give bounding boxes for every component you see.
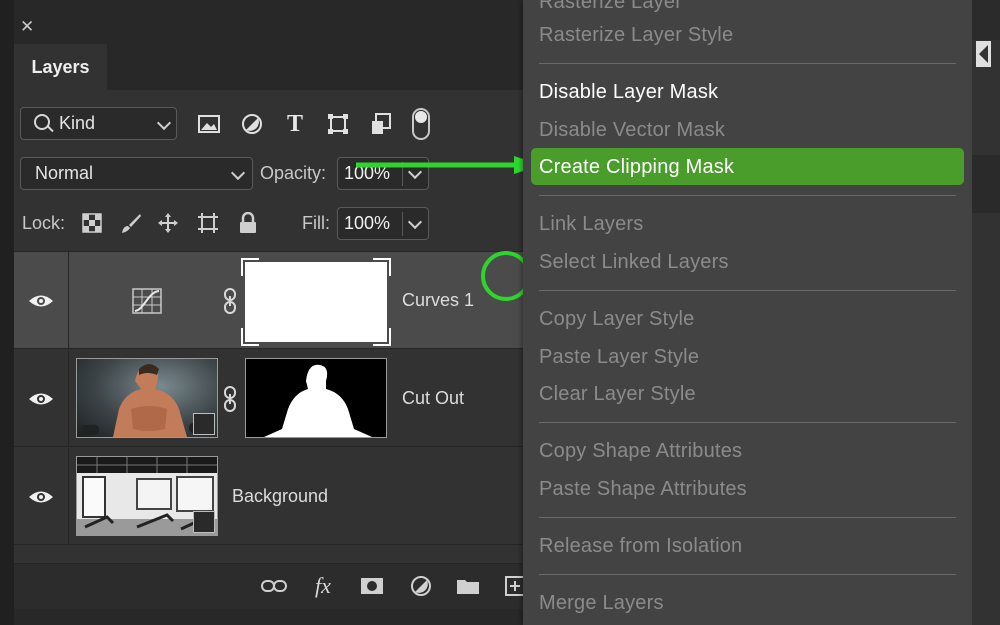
panel-block	[972, 155, 1000, 213]
lock-all-icon[interactable]	[236, 211, 260, 235]
menu-item-rasterize-layer[interactable]: Rasterize Layer	[539, 0, 682, 14]
chevron-down-icon	[156, 115, 172, 131]
link-chain-icon[interactable]	[223, 288, 237, 314]
lock-position-icon[interactable]	[156, 211, 180, 235]
layer-name: Curves 1	[402, 290, 475, 310]
divider	[402, 212, 403, 236]
smart-object-badge-icon	[193, 511, 215, 533]
visibility-column	[14, 448, 69, 544]
layer-name: Cut Out	[402, 388, 465, 408]
chevron-down-icon[interactable]	[407, 214, 423, 230]
lock-label: Lock:	[22, 213, 66, 233]
fill-label: Fill:	[302, 213, 330, 233]
menu-separator	[539, 517, 956, 518]
layers-bottom-toolbar: fx	[14, 563, 534, 610]
menu-item-copy-layer-style[interactable]: Copy Layer Style	[539, 308, 695, 331]
menu-item-link-layers[interactable]: Link Layers	[539, 213, 643, 236]
shape-filter-icon[interactable]	[326, 112, 350, 136]
layer-mask-thumbnail[interactable]	[241, 258, 391, 346]
eye-icon[interactable]	[28, 294, 54, 308]
layer-name: Background	[232, 486, 329, 506]
blend-mode-value: Normal	[35, 163, 94, 183]
filter-kind-label: Kind	[59, 113, 96, 133]
fill-field[interactable]: 100%	[337, 207, 429, 240]
smart-object-filter-icon[interactable]	[369, 112, 393, 136]
menu-item-clear-layer-style[interactable]: Clear Layer Style	[539, 383, 696, 406]
link-chain-icon[interactable]	[223, 386, 237, 412]
filter-toggle[interactable]	[412, 108, 430, 140]
lock-artboard-icon[interactable]	[196, 211, 220, 235]
right-panel-edge	[972, 0, 1000, 625]
annotation-arrow-icon	[356, 156, 542, 174]
panel-topbar: ✕	[14, 0, 534, 38]
filter-kind-select[interactable]: Kind	[20, 107, 177, 140]
panel-header	[972, 0, 1000, 40]
layer-row-cut-out[interactable]: Cut Out	[14, 350, 534, 447]
layer-row-background[interactable]: Background	[14, 448, 534, 545]
left-edge	[0, 0, 14, 625]
menu-separator	[539, 574, 956, 575]
link-layers-icon[interactable]	[261, 574, 287, 598]
adjustment-filter-icon[interactable]	[240, 112, 264, 136]
visibility-column	[14, 350, 69, 446]
tab-layers[interactable]: Layers	[14, 44, 107, 90]
collapse-panel-icon[interactable]	[975, 40, 992, 68]
menu-item-disable-layer-mask[interactable]: Disable Layer Mask	[539, 81, 718, 104]
close-icon[interactable]: ✕	[20, 18, 34, 35]
menu-separator	[539, 290, 956, 291]
menu-separator	[539, 195, 956, 196]
layer-mask-thumbnail[interactable]	[245, 358, 387, 438]
fill-value: 100%	[344, 213, 391, 233]
blend-mode-select[interactable]: Normal	[20, 157, 253, 190]
chevron-down-icon	[230, 165, 246, 181]
image-filter-icon[interactable]	[197, 112, 221, 136]
layers-panel: ✕ Layers Kind T Normal Opacity: 100% Loc…	[14, 0, 542, 625]
layer-context-menu: Rasterize Layer Rasterize Layer Style Di…	[523, 0, 972, 625]
menu-item-paste-layer-style[interactable]: Paste Layer Style	[539, 346, 699, 369]
smart-object-badge-icon	[193, 413, 215, 435]
type-filter-icon[interactable]: T	[283, 111, 307, 137]
eye-icon[interactable]	[28, 490, 54, 504]
menu-item-merge-layers[interactable]: Merge Layers	[539, 592, 664, 615]
curves-adjustment-icon	[132, 288, 162, 314]
adjustment-layer-icon[interactable]	[408, 574, 434, 598]
opacity-label: Opacity:	[260, 163, 327, 183]
menu-item-select-linked-layers[interactable]: Select Linked Layers	[539, 251, 729, 274]
menu-item-disable-vector-mask[interactable]: Disable Vector Mask	[539, 119, 725, 142]
add-mask-icon[interactable]	[359, 574, 385, 598]
layer-thumbnail[interactable]	[76, 456, 218, 536]
search-icon	[34, 114, 50, 130]
menu-item-create-clipping-mask[interactable]: Create Clipping Mask	[539, 156, 734, 179]
layer-thumbnail[interactable]	[76, 358, 218, 438]
fx-icon[interactable]: fx	[310, 573, 336, 598]
lock-image-icon[interactable]	[119, 211, 143, 235]
menu-separator	[539, 63, 956, 64]
menu-item-rasterize-layer-style[interactable]: Rasterize Layer Style	[539, 24, 733, 47]
layer-row-curves[interactable]: Curves 1	[14, 252, 534, 349]
lock-transparent-icon[interactable]	[80, 211, 104, 235]
eye-icon[interactable]	[28, 392, 54, 406]
menu-item-release-from-isolation[interactable]: Release from Isolation	[539, 535, 742, 558]
visibility-column	[14, 252, 69, 348]
panel-resize-grip[interactable]	[14, 609, 534, 625]
menu-item-paste-shape-attributes[interactable]: Paste Shape Attributes	[539, 478, 747, 501]
menu-separator	[539, 422, 956, 423]
new-group-icon[interactable]	[455, 574, 481, 598]
menu-item-copy-shape-attributes[interactable]: Copy Shape Attributes	[539, 440, 742, 463]
